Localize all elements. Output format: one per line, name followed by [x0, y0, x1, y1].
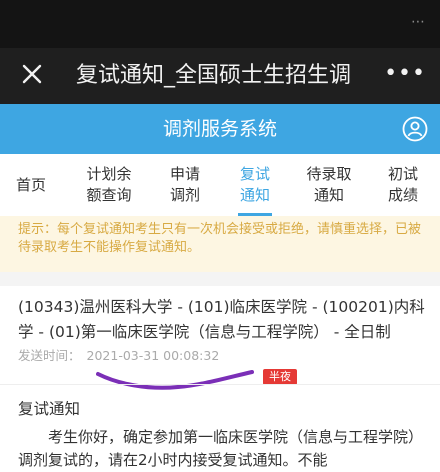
content-title: 复试通知 [18, 400, 81, 418]
purple-scribble-annotation [96, 370, 254, 390]
system-title: 调剂服务系统 [162, 118, 277, 140]
tab-retest-notice[interactable]: 复试 通知 [226, 154, 284, 216]
tab-plan-quota[interactable]: 计划余 额查询 [76, 154, 142, 216]
title-bar: 复试通知_全国硕士生招生调 ••• [0, 48, 440, 104]
tab-pending-admission[interactable]: 待录取 通知 [296, 154, 362, 216]
content-body: 考生你好，确定参加第一临床医学院（信息与工程学院）调剂复试的，请在2小时内接受复… [18, 428, 424, 469]
tab-home[interactable]: 首页 [0, 154, 62, 216]
tip-banner: 提示：每个复试通知考生只有一次机会接受或拒绝，请慎重选择，已被待录取考生不能操作… [0, 216, 440, 272]
status-bar: ⋯ [0, 0, 440, 48]
window-title: 复试通知_全国硕士生招生调 [76, 63, 352, 88]
midnight-badge: 半夜 [263, 369, 297, 385]
status-dots-icon: ⋯ [411, 14, 426, 30]
send-time-label: 发送时间： [18, 348, 81, 363]
system-header: 调剂服务系统 [0, 104, 440, 154]
nav-tabs: 首页 计划余 额查询 申请 调剂 复试 通知 待录取 通知 初试 成绩 [0, 154, 440, 217]
tab-apply-adjust[interactable]: 申请 调剂 [156, 154, 214, 216]
close-icon[interactable] [18, 60, 46, 88]
tab-initial-score[interactable]: 初试 成绩 [374, 154, 432, 216]
notice-heading[interactable]: (10343)温州医科大学 - (101)临床医学院 - (100201)内科学… [18, 295, 428, 345]
more-icon[interactable]: ••• [384, 60, 426, 88]
section-gap [0, 272, 440, 286]
user-icon[interactable] [402, 116, 428, 142]
divider [0, 384, 440, 385]
